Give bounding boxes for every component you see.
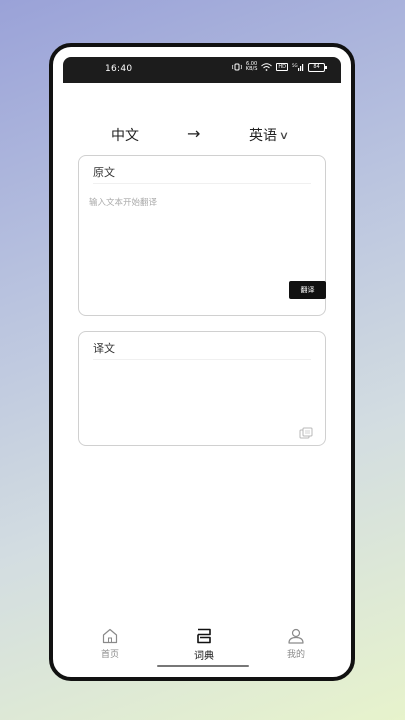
- battery-icon: 84: [308, 62, 327, 72]
- net-speed: 6.00 KB/S: [246, 62, 258, 72]
- vibrate-icon: [231, 63, 242, 71]
- hd-badge: HD: [276, 63, 288, 71]
- signal-label: 5G: [292, 63, 298, 68]
- chevron-down-icon: ∨: [278, 128, 290, 142]
- source-card-title: 原文: [93, 166, 115, 179]
- bottom-tab-bar: 首页 词典 我的: [53, 627, 351, 677]
- signal-icon: 5G: [292, 63, 304, 71]
- target-language-dropdown[interactable]: 英语 ∨: [249, 125, 290, 145]
- net-speed-unit: KB/S: [245, 66, 258, 72]
- source-language[interactable]: 中文: [111, 125, 139, 145]
- status-icons: 6.00 KB/S HD 5G 84: [231, 62, 327, 72]
- target-text-card: 译文: [78, 331, 326, 446]
- status-time: 16:40: [105, 64, 133, 74]
- tab-profile-label: 我的: [286, 650, 305, 660]
- profile-icon: [288, 628, 304, 644]
- source-text-input[interactable]: [89, 196, 309, 276]
- divider: [93, 359, 311, 360]
- tab-home[interactable]: 首页: [80, 627, 140, 660]
- copy-icon[interactable]: [299, 427, 313, 439]
- phone-frame: 16:40 6.00 KB/S HD 5G 84 中文 → 英语 ∨ 原文 输入…: [49, 43, 355, 681]
- tab-dictionary[interactable]: 词典: [174, 627, 234, 662]
- dictionary-icon: [197, 628, 211, 644]
- tab-dictionary-label: 词典: [194, 651, 214, 662]
- translate-button[interactable]: 翻译: [289, 281, 326, 299]
- divider: [93, 183, 311, 184]
- status-bar: 16:40 6.00 KB/S HD 5G 84: [63, 57, 341, 83]
- arrow-right-icon[interactable]: →: [187, 124, 200, 143]
- target-card-title: 译文: [93, 342, 115, 355]
- battery-level: 84: [313, 63, 320, 70]
- language-selector-row: 中文 → 英语 ∨: [53, 124, 351, 145]
- tab-home-label: 首页: [100, 650, 119, 660]
- wifi-icon: [261, 63, 273, 71]
- source-text-card: 原文 翻译: [78, 155, 326, 316]
- target-language: 英语: [249, 128, 277, 144]
- home-indicator: [157, 665, 249, 667]
- tab-profile[interactable]: 我的: [266, 627, 326, 660]
- home-icon: [102, 628, 118, 644]
